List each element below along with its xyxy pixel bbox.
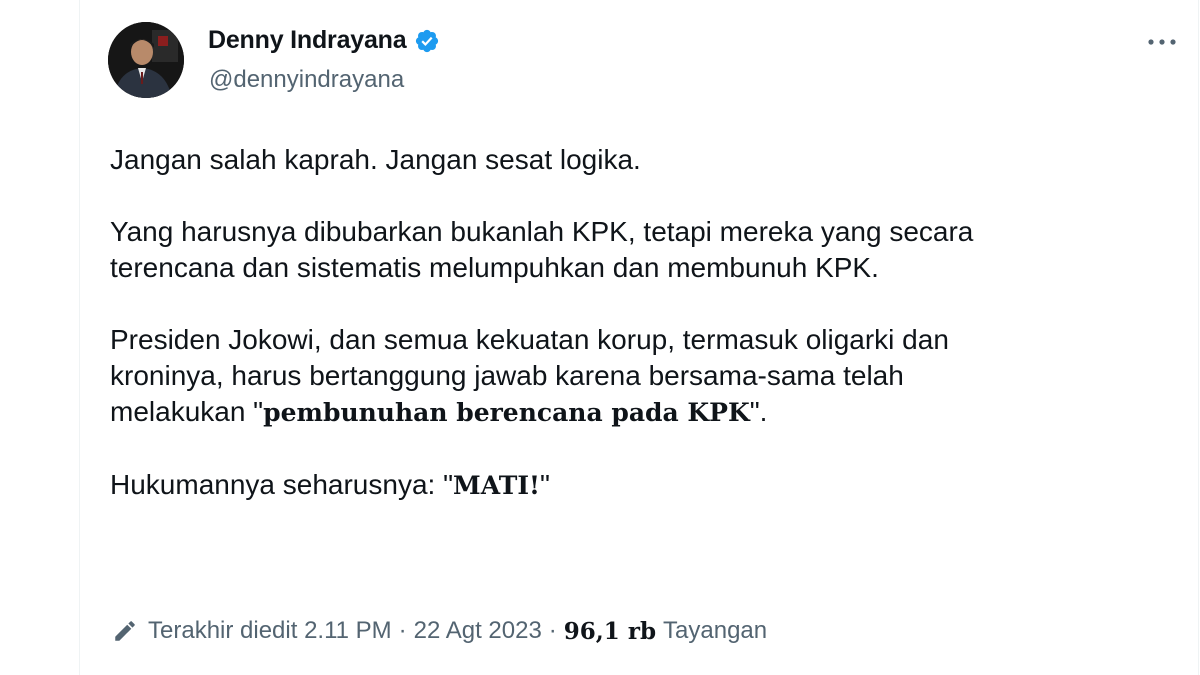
edited-label-link[interactable]: Terakhir diedit 2.11 PM (148, 617, 392, 645)
tweet-date-link[interactable]: 22 Agt 2023 (414, 617, 542, 645)
tweet-paragraph: Jangan salah kaprah. Jangan sesat logika… (110, 144, 641, 175)
avatar[interactable] (108, 22, 184, 98)
tweet-text: Jangan salah kaprah. Jangan sesat logika… (110, 142, 1170, 540)
tweet-bold-text: pembunuhan berencana pada KPK (263, 398, 750, 427)
more-horizontal-icon (1148, 39, 1176, 45)
author-handle[interactable]: @dennyindrayana (209, 66, 404, 94)
tweet-view: Denny Indrayana @dennyindrayana Jangan s… (0, 0, 1200, 675)
author-name[interactable]: Denny Indrayana (208, 26, 440, 55)
avatar-photo (108, 22, 184, 98)
tweet-paragraph: Yang harusnya dibubarkan bukanlah KPK, t… (110, 216, 974, 283)
verified-badge-icon (416, 29, 439, 52)
pencil-icon (115, 621, 135, 641)
views-count: 96,1 rb (563, 617, 657, 645)
tweet-bold-text: MATI! (453, 471, 540, 500)
column-divider-right (1198, 0, 1199, 675)
tweet-text-run: " (540, 469, 550, 500)
tweet-metadata: Terakhir diedit 2.11 PM · 22 Agt 2023 · … (112, 617, 767, 645)
meta-separator: · (548, 617, 557, 644)
tweet-text-run: ". (749, 396, 768, 427)
views-label: Tayangan (663, 617, 768, 644)
column-divider-left (79, 0, 80, 675)
author-display-name[interactable]: Denny Indrayana (208, 26, 407, 55)
tweet-paragraph: Hukumannya seharusnya: "MATI!" (110, 467, 1170, 504)
more-button[interactable] (1140, 24, 1184, 60)
tweet-text-run: Hukumannya seharusnya: " (110, 469, 454, 500)
tweet-paragraph: Presiden Jokowi, dan semua kekuatan koru… (110, 322, 1170, 431)
meta-separator: · (398, 617, 407, 644)
